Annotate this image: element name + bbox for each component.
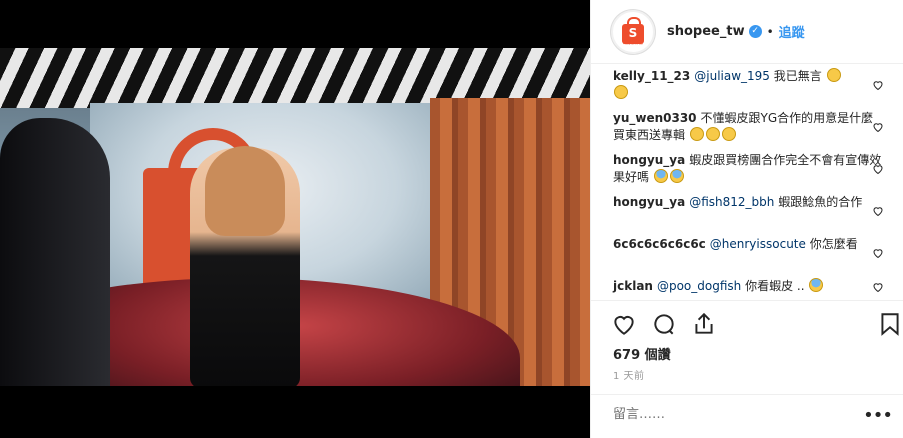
comment-author[interactable]: jcklan	[613, 279, 653, 293]
bookmark-icon[interactable]	[877, 311, 903, 337]
verified-badge-icon: ✓	[748, 25, 762, 38]
post-sidebar: S 蝦皮購物 shopee_tw ✓ • 追蹤 kelly_11_23 @juli…	[590, 0, 903, 438]
person-hair	[205, 146, 285, 236]
video-player[interactable]	[0, 0, 590, 438]
video-frame[interactable]	[0, 48, 590, 386]
heart-icon[interactable]	[872, 79, 884, 91]
comment-text: 我已無言	[769, 69, 822, 83]
avatar[interactable]: S 蝦皮購物	[611, 9, 655, 54]
heart-icon[interactable]	[872, 205, 884, 217]
comment-input[interactable]	[613, 407, 833, 422]
comment-mention[interactable]: @poo_dogfish	[657, 279, 741, 293]
comment-item: hongyu_ya 蝦皮跟買榜團合作完全不會有宣傳效果好嗎	[613, 152, 883, 186]
comment-author[interactable]: 6c6c6c6c6c6c	[613, 237, 706, 251]
comment-author[interactable]: kelly_11_23	[613, 69, 690, 83]
avatar-caption: 蝦皮購物	[622, 39, 643, 46]
thinking-emoji-icon	[721, 127, 736, 141]
heart-icon[interactable]	[872, 281, 884, 293]
username-link[interactable]: shopee_tw	[667, 24, 745, 39]
comment-author[interactable]: yu_wen0330	[613, 111, 697, 125]
comment-text: 蝦跟鯰魚的合作	[774, 195, 863, 209]
fearful-emoji-icon	[669, 169, 684, 183]
comment-text: 你怎麼看	[805, 237, 858, 251]
post-header: S 蝦皮購物 shopee_tw ✓ • 追蹤	[591, 0, 903, 64]
comment-text: 你看蝦皮 ..	[741, 279, 805, 293]
comment-author[interactable]: hongyu_ya	[613, 153, 685, 167]
action-bar	[591, 300, 903, 346]
comment-item: jcklan @poo_dogfish 你看蝦皮 ..	[613, 278, 883, 295]
heart-icon[interactable]	[611, 311, 637, 337]
comments-list[interactable]: kelly_11_23 @juliaw_195 我已無言 yu_wen0330 不懂…	[591, 64, 903, 300]
add-comment-bar: •••	[591, 394, 903, 438]
thinking-emoji-icon	[689, 127, 704, 141]
share-icon[interactable]	[691, 311, 717, 337]
comment-author[interactable]: hongyu_ya	[613, 195, 685, 209]
comment-icon[interactable]	[651, 311, 677, 337]
heart-icon[interactable]	[872, 247, 884, 259]
comment-mention[interactable]: @fish812_bbh	[689, 195, 774, 209]
post-timestamp[interactable]: 1 天前	[613, 367, 645, 382]
dark-figure	[0, 118, 110, 386]
comment-mention[interactable]: @juliaw_195	[694, 69, 770, 83]
likes-count[interactable]: 679 個讚	[613, 344, 671, 363]
heart-icon[interactable]	[872, 121, 884, 133]
more-options-icon[interactable]: •••	[863, 405, 893, 426]
follow-button[interactable]: 追蹤	[779, 22, 805, 41]
scream-emoji-icon	[809, 278, 824, 292]
comment-item: hongyu_ya @fish812_bbh 蝦跟鯰魚的合作	[613, 194, 883, 211]
comment-mention[interactable]: @henryissocute	[710, 237, 806, 251]
comment-item: 6c6c6c6c6c6c @henryissocute 你怎麼看	[613, 236, 883, 253]
unamused-emoji-icon	[826, 68, 841, 82]
fearful-emoji-icon	[653, 169, 668, 183]
comment-item: kelly_11_23 @juliaw_195 我已無言	[613, 68, 883, 102]
heart-icon[interactable]	[872, 163, 884, 175]
unamused-emoji-icon	[614, 85, 628, 99]
comment-item: yu_wen0330 不懂蝦皮跟YG合作的用意是什麼 買東西送專輯	[613, 110, 883, 144]
separator-dot: •	[766, 24, 774, 39]
thinking-emoji-icon	[705, 127, 720, 141]
